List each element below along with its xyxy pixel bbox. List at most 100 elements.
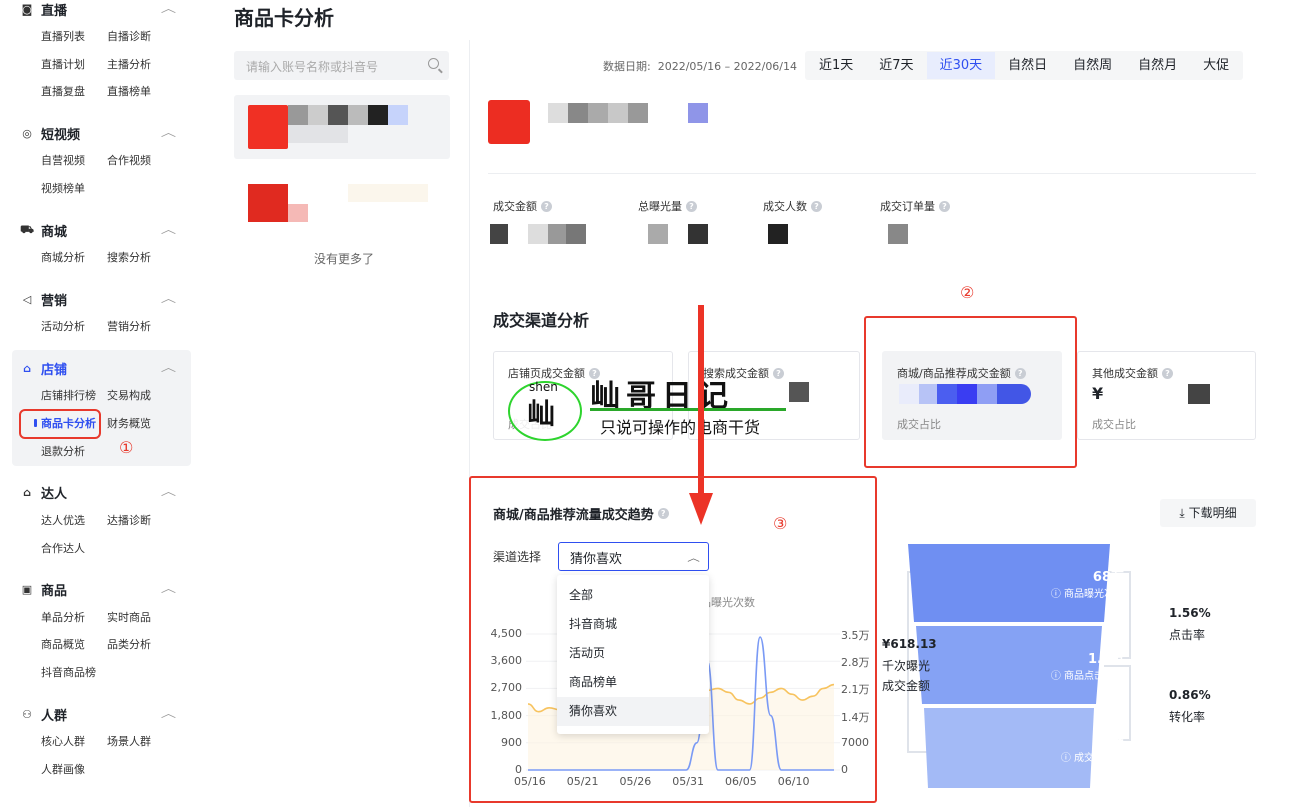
search-icon[interactable] bbox=[428, 58, 439, 69]
metric-exposure-label: 总曝光量? bbox=[638, 198, 697, 214]
download-button[interactable]: ⤓ 下载明细 bbox=[1160, 499, 1256, 527]
channel-card-other[interactable]: 其他成交金额? ¥ 成交占比 bbox=[1077, 351, 1256, 440]
help-icon[interactable]: ? bbox=[811, 200, 822, 212]
sidebar-item[interactable]: 实时商品 bbox=[107, 609, 151, 625]
tab-promotion[interactable]: 大促 bbox=[1190, 52, 1242, 79]
x-tick: 05/16 bbox=[514, 775, 546, 788]
sidebar-item[interactable]: 营销分析 bbox=[107, 318, 151, 334]
mosaic-block bbox=[568, 103, 588, 123]
sidebar-item[interactable]: 直播计划 bbox=[41, 56, 85, 72]
mosaic-block bbox=[628, 103, 648, 123]
active-indicator bbox=[34, 419, 37, 427]
x-tick: 05/21 bbox=[566, 775, 599, 788]
sidebar-item[interactable]: 视频榜单 bbox=[41, 180, 85, 196]
sidebar-item[interactable]: 自营视频 bbox=[41, 152, 85, 168]
chevron-up-icon[interactable]: ︿ bbox=[161, 124, 176, 140]
tab-natural-day[interactable]: 自然日 bbox=[995, 52, 1060, 79]
sidebar-item-product-card[interactable]: 商品卡分析 bbox=[41, 415, 96, 431]
dropdown-option-all[interactable]: 全部 bbox=[557, 581, 709, 610]
channel-card-mall-recommend[interactable]: 商城/商品推荐成交金额? 成交占比 bbox=[882, 351, 1062, 440]
help-icon[interactable]: ? bbox=[1014, 367, 1026, 379]
sidebar-item[interactable]: 达人优选 bbox=[41, 512, 85, 528]
download-icon: ⤓ bbox=[1179, 506, 1185, 520]
sidebar-section-product[interactable]: ▣ 商品 bbox=[20, 580, 67, 599]
sidebar-section-marketing[interactable]: ◁ 营销 bbox=[20, 290, 67, 309]
tab-1d[interactable]: 近1天 bbox=[806, 52, 866, 79]
sidebar-item[interactable]: 合作达人 bbox=[41, 540, 85, 556]
sidebar-section-mall[interactable]: ⛟ 商城 bbox=[20, 221, 67, 240]
tab-30d[interactable]: 近30天 bbox=[926, 52, 996, 79]
avatar bbox=[248, 105, 288, 149]
help-icon[interactable]: ? bbox=[1162, 367, 1173, 379]
help-icon[interactable]: ? bbox=[773, 367, 784, 379]
mosaic-block bbox=[937, 384, 957, 404]
help-icon[interactable]: ? bbox=[939, 200, 950, 212]
tab-7d[interactable]: 近7天 bbox=[866, 52, 926, 79]
chevron-up-icon[interactable]: ︿ bbox=[161, 0, 176, 16]
sidebar-item[interactable]: 抖音商品榜 bbox=[41, 664, 96, 680]
sidebar-item[interactable]: 场景人群 bbox=[107, 733, 151, 749]
x-tick: 06/05 bbox=[725, 775, 757, 788]
chevron-up-icon[interactable]: ︿ bbox=[161, 705, 176, 721]
sidebar-item[interactable]: 核心人群 bbox=[41, 733, 85, 749]
sidebar-section-creator[interactable]: ⌂ 达人 bbox=[20, 483, 67, 502]
sidebar-section-store[interactable]: ⌂ 店铺 bbox=[20, 359, 67, 378]
sidebar-item[interactable]: 店铺排行榜 bbox=[41, 387, 96, 403]
sidebar-section-audience[interactable]: ⚇ 人群 bbox=[20, 705, 67, 724]
annotation-number-1: ① bbox=[119, 438, 134, 457]
chevron-up-icon[interactable]: ︿ bbox=[161, 221, 176, 237]
sidebar-item[interactable]: 自播诊断 bbox=[107, 28, 151, 44]
funnel-label-orders: ⓘ 成交订单量 bbox=[1060, 753, 1124, 764]
sidebar-item[interactable]: 品类分析 bbox=[107, 636, 151, 652]
sidebar-item[interactable]: 活动分析 bbox=[41, 318, 85, 334]
sidebar-item[interactable]: 直播复盘 bbox=[41, 83, 85, 99]
cart-icon: ⛟ bbox=[20, 223, 34, 236]
channel-select[interactable]: 猜你喜欢 ︿ bbox=[558, 542, 709, 571]
mosaic-block bbox=[490, 224, 508, 244]
dropdown-option-douyin-mall[interactable]: 抖音商城 bbox=[557, 610, 709, 639]
chevron-up-icon[interactable]: ︿ bbox=[161, 359, 176, 375]
search-input[interactable]: 请输入账号名称或抖音号 bbox=[234, 51, 449, 80]
chevron-up-icon[interactable]: ︿ bbox=[161, 580, 176, 596]
watermark-subtitle: 只说可操作的电商干货 bbox=[600, 418, 761, 437]
dropdown-option-guess-you-like[interactable]: 猜你喜欢 bbox=[557, 697, 709, 726]
page-title: 商品卡分析 bbox=[234, 6, 334, 30]
sidebar-section-live[interactable]: ◙ 直播 bbox=[20, 0, 67, 19]
channel-section-title: 成交渠道分析 bbox=[493, 311, 590, 330]
sidebar-item[interactable]: 搜索分析 bbox=[107, 249, 151, 265]
chevron-up-icon[interactable]: ︿ bbox=[161, 483, 176, 499]
sidebar-item[interactable]: 人群画像 bbox=[41, 761, 85, 777]
help-icon[interactable]: ? bbox=[657, 508, 669, 519]
account-card-selected[interactable] bbox=[234, 95, 450, 159]
sidebar-item[interactable]: 商城分析 bbox=[41, 249, 85, 265]
mosaic-block bbox=[528, 224, 548, 244]
sidebar-item[interactable]: 财务概览 bbox=[107, 415, 151, 431]
sidebar-section-video[interactable]: ◎ 短视频 bbox=[20, 124, 80, 143]
channel-dropdown: 全部 抖音商城 活动页 商品榜单 猜你喜欢 bbox=[557, 575, 709, 734]
sidebar-item[interactable]: 退款分析 bbox=[41, 443, 85, 459]
funnel-stage-order bbox=[924, 708, 1094, 788]
people-icon: ⚇ bbox=[22, 708, 32, 721]
help-icon[interactable]: ? bbox=[541, 200, 552, 212]
help-icon[interactable]: ? bbox=[686, 200, 697, 212]
conversion-rate-label: 转化率 bbox=[1169, 710, 1206, 724]
funnel-label-click: ⓘ 商品点击次数 bbox=[1050, 671, 1124, 682]
tab-natural-week[interactable]: 自然周 bbox=[1060, 52, 1125, 79]
mosaic-block bbox=[388, 105, 408, 125]
sidebar-item[interactable]: 单品分析 bbox=[41, 609, 85, 625]
dropdown-option-ranking[interactable]: 商品榜单 bbox=[557, 668, 709, 697]
sidebar-item[interactable]: 合作视频 bbox=[107, 152, 151, 168]
dropdown-option-activity[interactable]: 活动页 bbox=[557, 639, 709, 668]
chevron-up-icon: ︿ bbox=[687, 554, 700, 564]
sidebar-item[interactable]: 直播榜单 bbox=[107, 83, 151, 99]
tab-natural-month[interactable]: 自然月 bbox=[1125, 52, 1190, 79]
sidebar-item[interactable]: 商品概览 bbox=[41, 636, 85, 652]
sidebar-item[interactable]: 直播列表 bbox=[41, 28, 85, 44]
y-tick-left: 3,600 bbox=[490, 654, 523, 668]
metric-orders-label: 成交订单量? bbox=[880, 198, 950, 214]
funnel-value-orders: 91 bbox=[1105, 730, 1124, 745]
chevron-up-icon[interactable]: ︿ bbox=[161, 290, 176, 306]
sidebar-item[interactable]: 交易构成 bbox=[107, 387, 151, 403]
sidebar-item[interactable]: 达播诊断 bbox=[107, 512, 151, 528]
sidebar-item[interactable]: 主播分析 bbox=[107, 56, 151, 72]
